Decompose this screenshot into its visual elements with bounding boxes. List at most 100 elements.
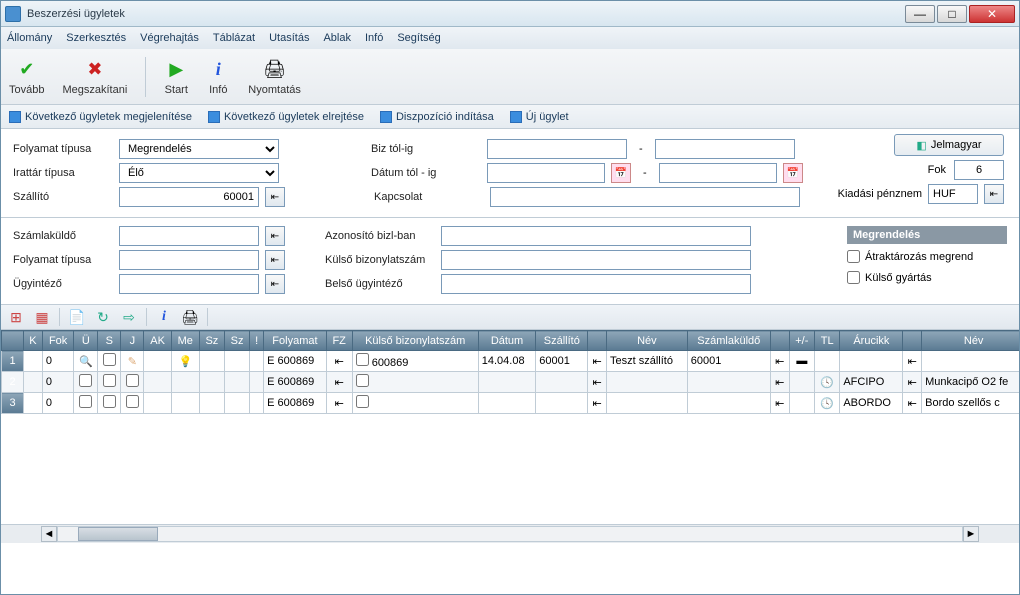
col-header[interactable]: +/- <box>789 331 815 351</box>
menu-allomany[interactable]: Állomány <box>7 32 52 44</box>
lookup-icon[interactable]: ⇤ <box>908 377 917 389</box>
col-header[interactable]: Név <box>607 331 688 351</box>
pencil-icon[interactable]: ✎ <box>128 356 137 368</box>
lookup-icon[interactable]: ⇤ <box>775 356 784 368</box>
link-diszp[interactable]: Diszpozíció indítása <box>380 111 494 123</box>
scroll-left-icon[interactable]: ◄ <box>41 526 57 542</box>
lookup-icon[interactable]: ⇤ <box>593 356 602 368</box>
folyamat2-input[interactable] <box>119 250 259 270</box>
calendar-icon[interactable]: 📅 <box>611 163 631 183</box>
nyomtatas-button[interactable]: 🖨Nyomtatás <box>248 58 301 96</box>
refresh-icon[interactable]: ↻ <box>94 308 112 326</box>
col-header[interactable]: Folyamat <box>264 331 327 351</box>
lookup-icon[interactable]: ⇤ <box>593 377 602 389</box>
kiad-lookup[interactable]: ⇤ <box>984 184 1004 204</box>
col-header[interactable] <box>770 331 789 351</box>
azon-input[interactable] <box>441 226 751 246</box>
search-icon[interactable]: 🔍 <box>79 356 93 368</box>
megszakitani-button[interactable]: ✖Megszakítani <box>62 58 127 96</box>
table-row[interactable]: 30E 600869⇤⇤⇤🕓ABORDO⇤Bordo szellős cINTL… <box>2 393 1020 414</box>
col-header[interactable]: FZ <box>326 331 352 351</box>
menu-info[interactable]: Infó <box>365 32 383 44</box>
table-row[interactable]: 10🔍✎💡E 600869⇤ 60086914.04.0860001⇤Teszt… <box>2 351 1020 372</box>
info2-icon[interactable]: i <box>155 308 173 326</box>
col-header[interactable] <box>588 331 607 351</box>
atrakt-checkbox[interactable] <box>847 250 860 263</box>
col-header[interactable]: Szállító <box>536 331 588 351</box>
col-header[interactable]: Ü <box>74 331 98 351</box>
col-header[interactable]: Név <box>922 331 1019 351</box>
belso-input[interactable] <box>441 274 751 294</box>
menu-szerkesztes[interactable]: Szerkesztés <box>66 32 126 44</box>
link-next-hide[interactable]: Következő ügyletek elrejtése <box>208 111 364 123</box>
bulb-icon[interactable]: 💡 <box>178 356 192 368</box>
folyamat2-lookup[interactable]: ⇤ <box>265 250 285 270</box>
col-header[interactable]: Sz <box>199 331 224 351</box>
col-header[interactable]: AK <box>144 331 171 351</box>
fok-input[interactable] <box>954 160 1004 180</box>
menu-segitseg[interactable]: Segítség <box>397 32 440 44</box>
szamla-lookup[interactable]: ⇤ <box>265 226 285 246</box>
col-header[interactable]: Számlaküldő <box>687 331 770 351</box>
clock-icon[interactable]: 🕓 <box>820 398 834 410</box>
biz-to-input[interactable] <box>655 139 795 159</box>
minus-icon[interactable]: ▬ <box>796 355 807 367</box>
lookup-icon[interactable]: ⇤ <box>908 356 917 368</box>
table-row[interactable]: 20E 600869⇤⇤⇤🕓AFCIPO⇤Munkacipő O2 feINTL… <box>2 372 1020 393</box>
link-next-show[interactable]: Következő ügyletek megjelenítése <box>9 111 192 123</box>
kulso-checkbox[interactable] <box>847 271 860 284</box>
scroll-thumb[interactable] <box>78 527 158 541</box>
kulso-input[interactable] <box>441 250 751 270</box>
grid-icon[interactable]: ▦ <box>33 308 51 326</box>
calendar-icon[interactable]: 📅 <box>783 163 803 183</box>
tovabb-button[interactable]: ✔Tovább <box>9 58 44 96</box>
close-button[interactable]: ✕ <box>969 5 1015 23</box>
col-header[interactable]: Külső bizonylatszám <box>352 331 478 351</box>
szallito-lookup[interactable]: ⇤ <box>265 187 285 207</box>
row-checkbox[interactable] <box>103 353 116 366</box>
lookup-icon[interactable]: ⇤ <box>335 377 344 389</box>
row-checkbox[interactable] <box>103 374 116 387</box>
col-header[interactable]: Árucikk <box>840 331 903 351</box>
col-header[interactable]: TL <box>815 331 840 351</box>
row-checkbox[interactable] <box>356 395 369 408</box>
col-header[interactable]: J <box>121 331 144 351</box>
menu-utasitas[interactable]: Utasítás <box>269 32 309 44</box>
lookup-icon[interactable]: ⇤ <box>335 398 344 410</box>
szamla-input[interactable] <box>119 226 259 246</box>
datum-to-input[interactable] <box>659 163 777 183</box>
col-header[interactable]: K <box>24 331 43 351</box>
lookup-icon[interactable]: ⇤ <box>908 398 917 410</box>
row-checkbox[interactable] <box>356 353 369 366</box>
folyamat-select[interactable]: Megrendelés <box>119 139 279 159</box>
irattar-select[interactable]: Élő <box>119 163 279 183</box>
szallito-input[interactable] <box>119 187 259 207</box>
col-header[interactable]: ! <box>250 331 264 351</box>
row-checkbox[interactable] <box>126 374 139 387</box>
col-header[interactable]: Fok <box>42 331 74 351</box>
row-checkbox[interactable] <box>356 374 369 387</box>
minimize-button[interactable]: — <box>905 5 935 23</box>
datum-from-input[interactable] <box>487 163 605 183</box>
menu-ablak[interactable]: Ablak <box>323 32 351 44</box>
info-button[interactable]: iInfó <box>206 58 230 96</box>
col-header[interactable]: S <box>98 331 121 351</box>
row-checkbox[interactable] <box>79 395 92 408</box>
lookup-icon[interactable]: ⇤ <box>775 377 784 389</box>
col-header[interactable]: Me <box>171 331 199 351</box>
biz-from-input[interactable] <box>487 139 627 159</box>
lookup-icon[interactable]: ⇤ <box>593 398 602 410</box>
export-icon[interactable]: ⇨ <box>120 308 138 326</box>
jelmagyar-button[interactable]: ◧Jelmagyar <box>894 134 1004 156</box>
row-checkbox[interactable] <box>126 395 139 408</box>
row-checkbox[interactable] <box>79 374 92 387</box>
clock-icon[interactable]: 🕓 <box>820 377 834 389</box>
maximize-button[interactable]: □ <box>937 5 967 23</box>
scroll-track[interactable] <box>57 526 963 542</box>
lookup-icon[interactable]: ⇤ <box>775 398 784 410</box>
col-header[interactable] <box>903 331 922 351</box>
data-grid[interactable]: KFokÜSJAKMeSzSz!FolyamatFZKülső bizonyla… <box>1 330 1019 525</box>
col-header[interactable]: Sz <box>225 331 250 351</box>
add-row-icon[interactable]: ⊞ <box>7 308 25 326</box>
link-uj[interactable]: Új ügylet <box>510 111 569 123</box>
